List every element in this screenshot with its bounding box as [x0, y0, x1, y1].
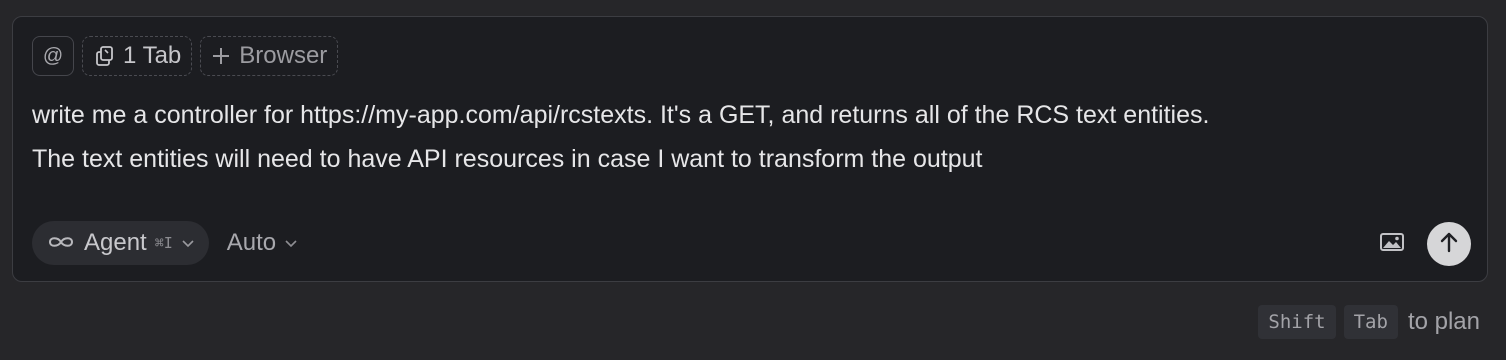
- chevron-down-icon: [284, 238, 298, 248]
- arrow-up-icon: [1438, 230, 1460, 259]
- prompt-input[interactable]: write me a controller for https://my-app…: [32, 93, 1472, 181]
- mention-label: @: [42, 44, 64, 67]
- model-label: Auto: [226, 229, 277, 256]
- composer-toolbar: Agent ⌘I Auto: [32, 221, 298, 265]
- mode-label: Agent: [84, 229, 147, 256]
- plan-mode-hint: Shift Tab to plan: [1258, 305, 1480, 339]
- prompt-line: The text entities will need to have API …: [32, 145, 983, 173]
- browser-label: Browser: [239, 42, 328, 69]
- mode-shortcut: ⌘I: [154, 234, 173, 252]
- shift-key: Shift: [1258, 305, 1336, 339]
- add-browser-button[interactable]: Browser: [200, 36, 339, 76]
- mode-selector-button[interactable]: Agent ⌘I: [32, 221, 209, 265]
- composer-actions: [1379, 222, 1471, 266]
- image-icon[interactable]: [1379, 231, 1405, 258]
- plus-icon: [211, 46, 231, 66]
- infinity-icon: [46, 229, 76, 257]
- context-row: @ 1 Tab Browser: [32, 36, 339, 76]
- prompt-line: write me a controller for https://my-app…: [32, 101, 1210, 129]
- tab-context-label: 1 Tab: [123, 42, 182, 69]
- tab-key: Tab: [1343, 305, 1398, 339]
- model-selector-button[interactable]: Auto: [227, 229, 298, 257]
- tab-copy-icon: [95, 45, 115, 67]
- tab-context-chip[interactable]: 1 Tab: [82, 36, 193, 76]
- mention-button[interactable]: @: [32, 36, 74, 76]
- chat-composer: @ 1 Tab Browser write me a controller fo…: [12, 16, 1488, 282]
- chevron-down-icon: [181, 238, 195, 248]
- hint-text: to plan: [1407, 308, 1480, 335]
- send-button[interactable]: [1427, 222, 1471, 266]
